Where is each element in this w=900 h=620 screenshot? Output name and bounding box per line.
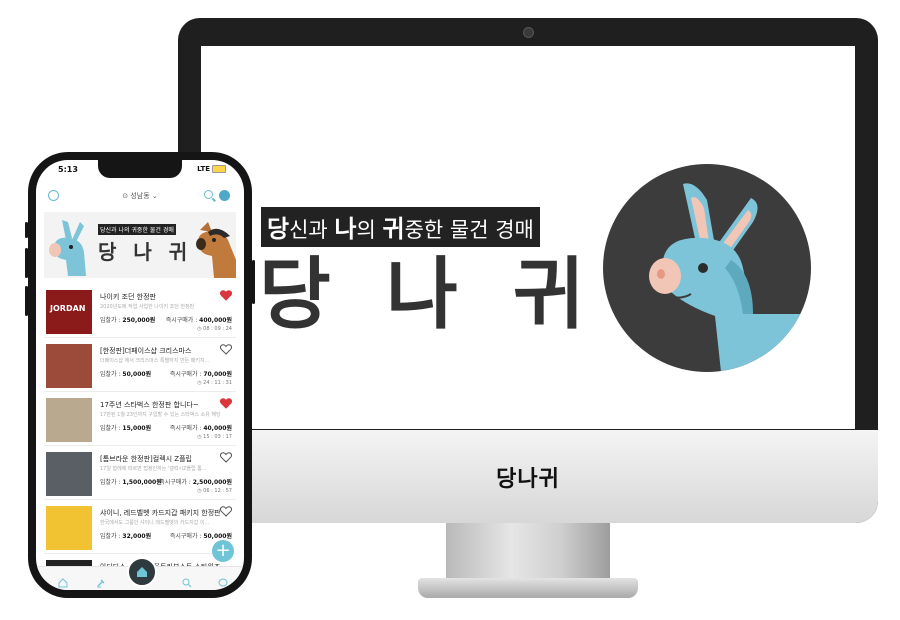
item-thumbnail[interactable] — [46, 452, 92, 496]
item-title: 나이키 조던 한정판 — [100, 293, 156, 301]
heart-icon[interactable] — [220, 506, 232, 517]
bottom-tab-bar — [36, 557, 244, 590]
list-item[interactable]: [톰브라운 한정판]컬렉시 Z플립 17일 합에에 따르면 법정인하는 '갤럭시Z… — [44, 446, 236, 500]
heart-icon[interactable] — [220, 398, 232, 409]
list-item[interactable]: 샤이니, 레드벨벳 카드지갑 패키지 한정판한국에서도 그룹인 샤이니 레드벨벳… — [44, 500, 236, 554]
search-icon[interactable] — [204, 190, 213, 199]
monitor-stand-neck — [446, 523, 610, 581]
phone-notch — [98, 160, 182, 178]
item-timer: ◷ 08 : 09 : 24 — [197, 326, 232, 332]
brand-title: 당 나 귀 — [259, 250, 599, 340]
user-icon[interactable] — [219, 190, 230, 201]
desktop-monitor: 당신과 나의 귀중한 물건 경매 당 나 귀 당나귀 — [178, 18, 878, 600]
item-thumbnail[interactable] — [46, 506, 92, 550]
item-title: 샤이니, 레드벨벳 카드지갑 패키지 한정판 — [100, 509, 220, 517]
list-item[interactable]: JORDAN 나이키 조던 한정판 2020년도에 작업 사업한 나이키 조던 한정… — [44, 284, 236, 338]
item-buy-price: 즉시구매가 : 70,000원 — [169, 371, 232, 378]
banner-brand: 당 나 귀 — [98, 240, 193, 264]
promo-banner[interactable]: 당신과 나의 귀중한 물건 경매 당 나 귀 — [44, 212, 236, 278]
item-title: [톰브라운 한정판]컬렉시 Z플립 — [100, 455, 192, 463]
donkey-blue-icon — [49, 220, 86, 276]
item-thumbnail[interactable] — [46, 344, 92, 388]
item-timer: ◷ 06 : 12 : 57 — [197, 488, 232, 494]
item-buy-price: 즉시구매가 : 400,000원 — [165, 317, 232, 324]
status-time: 5:13 — [58, 165, 78, 174]
donkey-brown-icon — [196, 222, 236, 278]
monitor-chin: 당나귀 — [178, 430, 878, 523]
list-item[interactable]: 17주년 스타벅스 한정판 합니다~ 17만된 1월 23인까지 구입할 수 있는… — [44, 392, 236, 446]
thumbnail-text: JORDAN — [50, 304, 86, 313]
app-header: ⊙ 성남동 ⌄ — [36, 186, 244, 208]
item-thumbnail[interactable]: JORDAN — [46, 290, 92, 334]
item-bid-price: 입찰가 : 32,000원 — [100, 533, 152, 540]
phone-screen: 5:13 LTE ⊙ 성남동 ⌄ 당신과 나의 귀중한 물건 경매 당 나 귀 — [36, 160, 244, 590]
tab-center-home-button[interactable] — [127, 557, 157, 587]
item-thumbnail[interactable] — [46, 398, 92, 442]
monitor-stand-foot — [418, 578, 638, 598]
item-description: 17만된 1월 23인까지 구입할 수 있는 스타벅스 소유 해당된 정은 — [100, 412, 220, 418]
add-item-button[interactable]: + — [212, 540, 234, 562]
phone-volume-down-button — [25, 286, 28, 316]
list-item[interactable]: [한정판]더페이스샵 크리스마스더페이스샵 에서 크리스마스 특별하지 만든 패… — [44, 338, 236, 392]
item-buy-price: 즉시구매가 : 40,000원 — [169, 425, 232, 432]
phone-volume-up-button — [25, 248, 28, 278]
item-bid-price: 입찰가 : 15,000원 — [100, 425, 152, 432]
item-buy-price: 즉시구매가 : 2,500,000원 — [159, 479, 232, 486]
item-description: 한국에서도 그룹인 샤이니 레드벨벳의 카드지갑 이... — [100, 520, 210, 526]
heart-icon[interactable] — [220, 452, 232, 463]
item-bid-price: 입찰가 : 1,500,000원 — [100, 479, 162, 486]
tab-auction-icon[interactable] — [96, 573, 106, 588]
chin-brand-label: 당나귀 — [496, 466, 560, 492]
tab-search-icon[interactable] — [182, 573, 192, 588]
phone-mute-button — [25, 222, 28, 238]
item-title: [한정판]더페이스샵 크리스마스 — [100, 347, 192, 355]
item-title: 17주년 스타벅스 한정판 합니다~ — [100, 401, 199, 409]
item-buy-price: 즉시구매가 : 50,000원 — [169, 533, 232, 540]
item-bid-price: 입찰가 : 250,000원 — [100, 317, 156, 324]
tab-home-icon[interactable] — [58, 573, 68, 588]
battery-icon — [212, 165, 226, 173]
item-timer: ◷ 24 : 11 : 31 — [197, 380, 232, 386]
monitor-screen: 당신과 나의 귀중한 물건 경매 당 나 귀 — [201, 46, 855, 429]
phone-power-button — [252, 260, 255, 304]
item-description: 2020년도에 작업 사업한 나이키 조던 한정판 — [100, 304, 195, 310]
item-timer: ◷ 15 : 03 : 17 — [197, 434, 232, 440]
camera-icon — [523, 27, 534, 38]
heart-icon[interactable] — [220, 290, 232, 301]
status-network: LTE — [197, 165, 226, 173]
auction-list: JORDAN 나이키 조던 한정판 2020년도에 작업 사업한 나이키 조던 한정… — [36, 284, 244, 574]
item-bid-price: 입찰가 : 50,000원 — [100, 371, 152, 378]
banner-tagline: 당신과 나의 귀중한 물건 경매 — [98, 224, 176, 235]
item-description: 17일 합에에 따르면 법정인하는 '갤럭시Z플립 톰... — [100, 466, 207, 472]
item-description: 더페이스샵 에서 크리스마스 특별하지 만든 패키지... — [100, 358, 210, 364]
tab-chat-icon[interactable] — [218, 573, 228, 587]
donkey-logo-icon — [603, 164, 811, 372]
heart-icon[interactable] — [220, 344, 232, 355]
mobile-phone: 5:13 LTE ⊙ 성남동 ⌄ 당신과 나의 귀중한 물건 경매 당 나 귀 — [25, 152, 255, 598]
